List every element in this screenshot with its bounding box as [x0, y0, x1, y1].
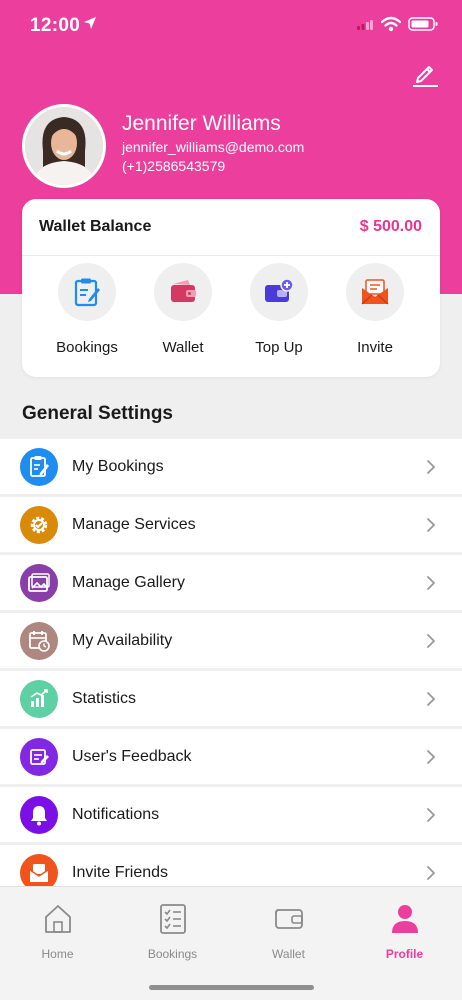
settings-item-statistics[interactable]: Statistics — [0, 671, 462, 726]
tab-label: Bookings — [147, 947, 198, 961]
quick-action-top-up[interactable]: Top Up — [234, 263, 324, 363]
chevron-right-icon — [427, 460, 436, 474]
chevron-right-icon — [427, 866, 436, 880]
settings-item-my-bookings[interactable]: My Bookings — [0, 439, 462, 494]
quick-action-label: Bookings — [56, 339, 118, 356]
wallet-balance-amount: $ 500.00 — [359, 218, 422, 235]
gallery-icon — [20, 564, 58, 602]
battery-icon — [408, 17, 438, 31]
wallet-icon — [275, 909, 303, 929]
tab-label: Wallet — [272, 947, 305, 961]
wallet-icon — [171, 280, 196, 302]
wallet-balance-label: Wallet Balance — [39, 218, 152, 235]
chevron-right-icon — [427, 750, 436, 764]
quick-action-label: Top Up — [255, 339, 303, 356]
settings-item-label: My Bookings — [72, 458, 164, 475]
gear-icon — [20, 506, 58, 544]
chevron-right-icon — [427, 518, 436, 532]
settings-item-label: Notifications — [72, 806, 160, 823]
person-icon — [392, 905, 418, 933]
chevron-right-icon — [427, 808, 436, 822]
settings-item-label: User's Feedback — [72, 748, 192, 765]
chart-icon — [20, 680, 58, 718]
location-arrow-icon — [84, 17, 96, 29]
wifi-icon — [381, 16, 401, 32]
tab-home[interactable]: Home — [0, 887, 115, 967]
settings-item-notifications[interactable]: Notifications — [0, 787, 462, 842]
card-plus-icon — [265, 278, 294, 302]
tab-bookings[interactable]: Bookings — [115, 887, 230, 967]
settings-item-label: Statistics — [72, 690, 137, 707]
user-name: Jennifer Williams — [122, 112, 281, 135]
user-photo-icon — [25, 107, 103, 185]
section-title-general-settings: General Settings — [22, 403, 173, 424]
quick-action-wallet[interactable]: Wallet — [138, 263, 228, 363]
settings-item-manage-services[interactable]: Manage Services — [0, 497, 462, 552]
clipboard-icon — [74, 278, 100, 307]
quick-action-label: Invite — [357, 339, 393, 356]
checklist-icon — [160, 904, 186, 934]
user-email: jennifer_williams@demo.com — [122, 139, 305, 155]
quick-action-invite[interactable]: Invite — [330, 263, 420, 363]
status-bar: 12:00 — [0, 0, 462, 50]
quick-action-label: Wallet — [162, 339, 204, 356]
divider — [22, 255, 440, 256]
user-phone: (+1)2586543579 — [122, 158, 226, 174]
settings-item-label: My Availability — [72, 632, 173, 649]
bottom-tab-bar: Home Bookings Wallet Profile — [0, 886, 462, 1000]
tab-label: Profile — [385, 947, 424, 961]
feedback-icon — [20, 738, 58, 776]
settings-item-users-feedback[interactable]: User's Feedback — [0, 729, 462, 784]
settings-item-label: Invite Friends — [72, 864, 169, 881]
tab-wallet[interactable]: Wallet — [231, 887, 346, 967]
settings-item-label: Manage Services — [72, 516, 196, 533]
chevron-right-icon — [427, 692, 436, 706]
clipboard-icon — [20, 448, 58, 486]
envelope-icon — [361, 279, 389, 305]
tab-profile[interactable]: Profile — [347, 887, 462, 967]
signal-icon — [357, 20, 373, 30]
status-time: 12:00 — [30, 15, 81, 36]
avatar[interactable] — [22, 104, 106, 188]
settings-item-my-availability[interactable]: My Availability — [0, 613, 462, 668]
quick-action-bookings[interactable]: Bookings — [42, 263, 132, 363]
home-icon — [45, 905, 71, 933]
chevron-right-icon — [427, 576, 436, 590]
calendar-clock-icon — [20, 622, 58, 660]
chevron-right-icon — [427, 634, 436, 648]
settings-item-label: Manage Gallery — [72, 574, 185, 591]
edit-profile-button[interactable] — [410, 58, 440, 88]
settings-item-manage-gallery[interactable]: Manage Gallery — [0, 555, 462, 610]
home-indicator — [149, 985, 314, 990]
tab-label: Home — [41, 947, 74, 961]
bell-icon — [20, 796, 58, 834]
wallet-card: Wallet Balance $ 500.00 Bookings Wallet — [22, 199, 440, 377]
